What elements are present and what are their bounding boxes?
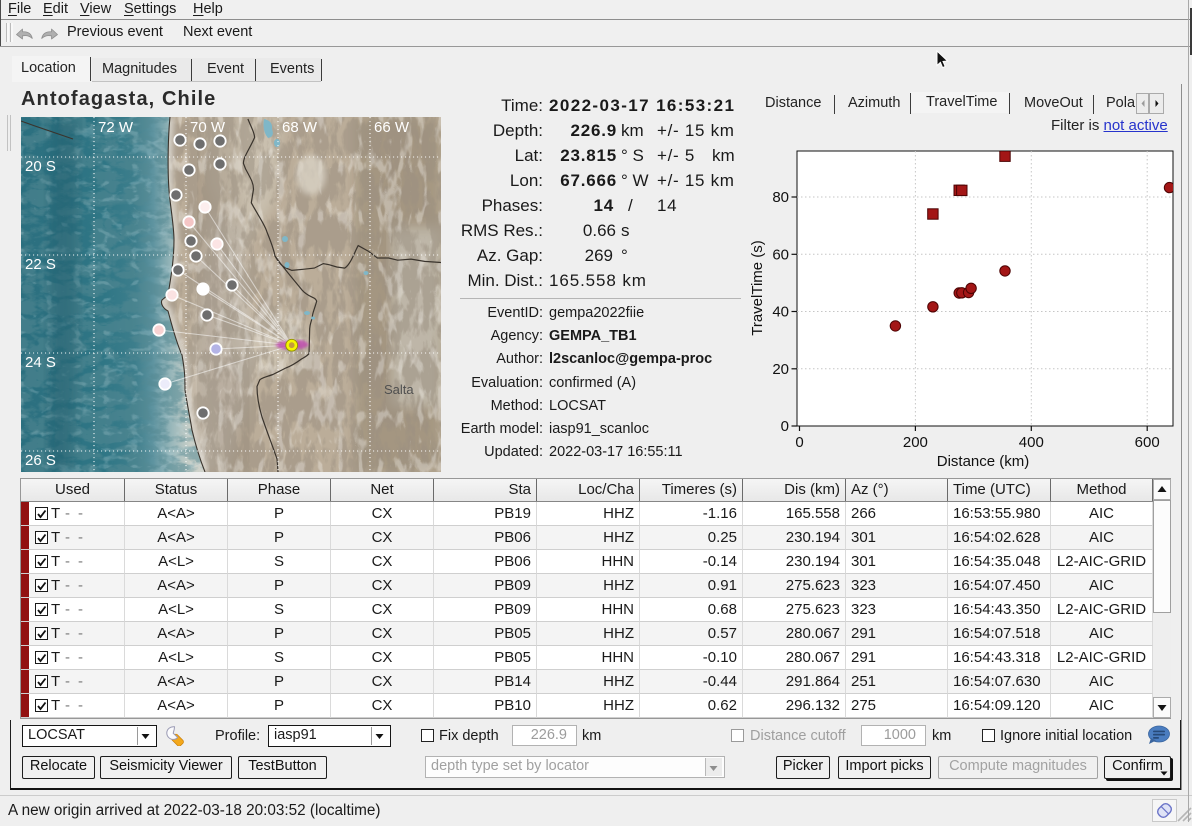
svg-text:0: 0 <box>795 434 803 451</box>
svg-text:60: 60 <box>772 246 789 263</box>
svg-text:Distance (km): Distance (km) <box>937 453 1030 470</box>
svg-text:200: 200 <box>903 434 928 451</box>
svg-text:400: 400 <box>1019 434 1044 451</box>
svg-text:20: 20 <box>772 361 789 378</box>
svg-text:0: 0 <box>781 418 789 435</box>
svg-text:600: 600 <box>1135 434 1160 451</box>
svg-text:TravelTime (s): TravelTime (s) <box>749 240 766 336</box>
svg-text:80: 80 <box>772 189 789 206</box>
svg-text:40: 40 <box>772 304 789 321</box>
